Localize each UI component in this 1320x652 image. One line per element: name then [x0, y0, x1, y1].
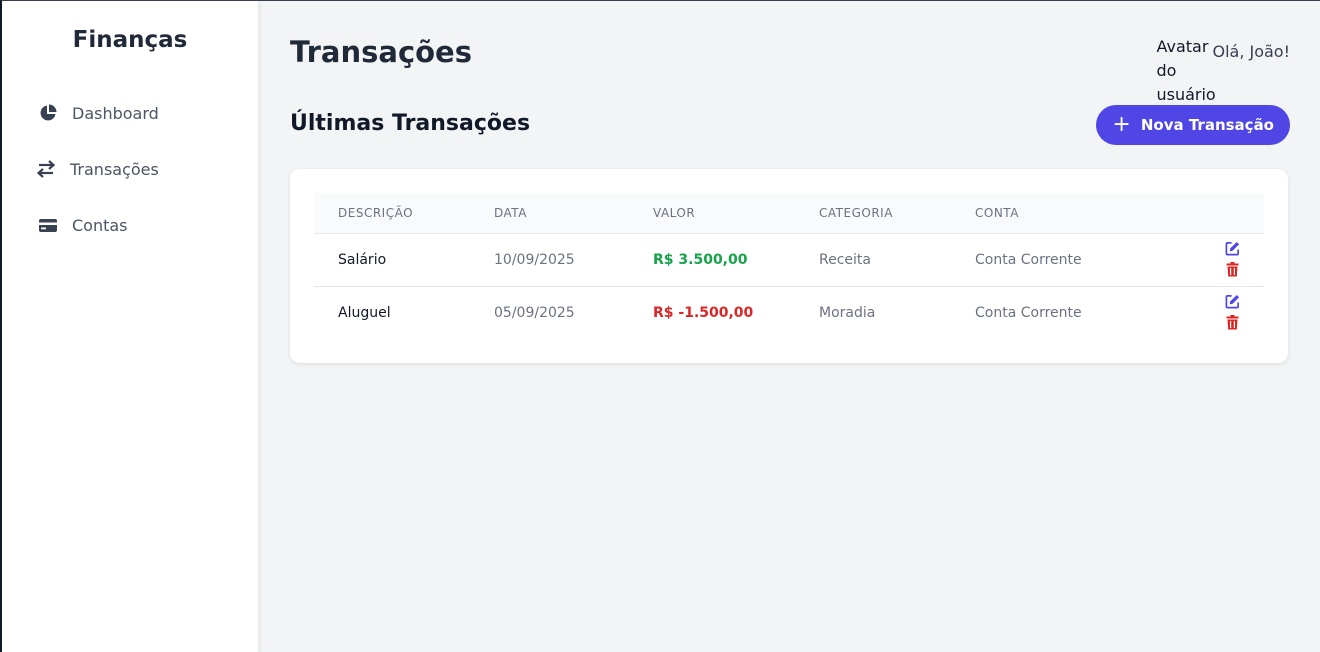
column-header-value: VALOR — [629, 193, 795, 234]
cell-category: Moradia — [819, 304, 876, 321]
table-row: Aluguel 05/09/2025 R$ -1.500,00 Moradia … — [314, 286, 1264, 339]
edit-icon[interactable] — [1222, 291, 1242, 311]
sidebar-item-label: Contas — [72, 215, 128, 235]
exchange-icon — [36, 159, 56, 179]
table-header-row: DESCRIÇÃO DATA VALOR CATEGORIA CONTA — [314, 193, 1264, 234]
edit-icon[interactable] — [1222, 238, 1242, 258]
sidebar-item-dashboard[interactable]: Dashboard — [38, 101, 159, 125]
cell-actions — [1154, 286, 1264, 339]
column-header-category: CATEGORIA — [795, 193, 951, 234]
new-transaction-button[interactable]: + Nova Transação — [1096, 105, 1290, 145]
sidebar-item-label: Transações — [70, 159, 159, 179]
trash-icon[interactable] — [1222, 260, 1242, 280]
new-transaction-label: Nova Transação — [1140, 116, 1274, 134]
sidebar-item-label: Dashboard — [72, 103, 159, 123]
cell-account: Conta Corrente — [951, 233, 1154, 287]
column-header-description: DESCRIÇÃO — [314, 193, 470, 234]
user-area: Avatar do usuário Olá, João! — [1156, 35, 1290, 107]
sidebar-item-contas[interactable]: Contas — [38, 213, 128, 237]
brand-title: Finanças — [72, 27, 188, 53]
column-header-actions — [1154, 193, 1264, 234]
user-greeting: Olá, João! — [1212, 42, 1290, 61]
cell-account: Conta Corrente — [975, 304, 1082, 321]
page-title: Transações — [290, 35, 472, 69]
cell-value: R$ -1.500,00 — [653, 304, 754, 321]
credit-card-icon — [38, 215, 58, 235]
cell-category: Receita — [795, 233, 951, 287]
avatar[interactable]: Avatar do usuário — [1156, 35, 1215, 107]
cell-actions — [1154, 233, 1264, 287]
transactions-card: DESCRIÇÃO DATA VALOR CATEGORIA CONTA Sal… — [290, 169, 1288, 363]
table-row: Salário 10/09/2025 R$ 3.500,00 Receita C… — [314, 233, 1264, 287]
trash-icon[interactable] — [1222, 313, 1242, 333]
cell-date: 05/09/2025 — [494, 304, 575, 321]
column-header-date: DATA — [470, 193, 629, 234]
sidebar-item-transacoes[interactable]: Transações — [36, 157, 159, 181]
cell-description: Aluguel — [338, 304, 391, 321]
cell-date: 10/09/2025 — [470, 233, 629, 287]
column-header-account: CONTA — [951, 193, 1154, 234]
plus-icon: + — [1112, 112, 1131, 137]
transactions-table: DESCRIÇÃO DATA VALOR CATEGORIA CONTA Sal… — [314, 193, 1264, 339]
main-content: Transações Avatar do usuário Olá, João! … — [258, 1, 1320, 652]
sidebar: Finanças Dashboard Transações Contas — [2, 1, 258, 652]
cell-description: Salário — [314, 233, 470, 287]
pie-chart-icon — [38, 103, 58, 123]
section-title: Últimas Transações — [290, 111, 531, 136]
cell-value: R$ 3.500,00 — [629, 233, 795, 287]
